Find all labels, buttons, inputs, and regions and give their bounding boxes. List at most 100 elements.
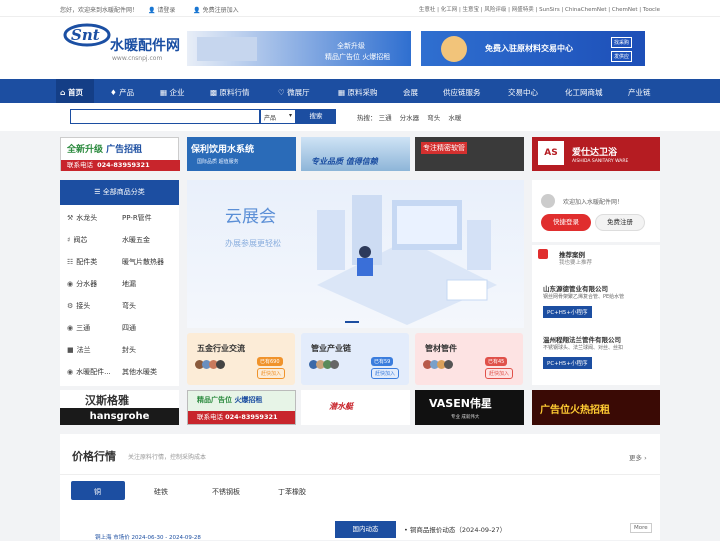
tab-ferrosilicon[interactable]: 硅铁 bbox=[154, 487, 168, 497]
price-title: 价格行情 bbox=[72, 450, 116, 463]
carousel-dot-active[interactable] bbox=[345, 321, 359, 323]
chevron-down-icon: ▾ bbox=[288, 112, 292, 119]
category-item[interactable]: ◉ 三通 bbox=[67, 323, 90, 333]
nav-item-home[interactable]: ⌂ 首页 bbox=[60, 87, 83, 98]
domestic-news-tab[interactable]: 国内动态 bbox=[335, 521, 396, 538]
category-item[interactable]: 水暖五金 bbox=[122, 235, 150, 245]
hot-search-item[interactable]: 弯头 bbox=[427, 114, 440, 122]
tab-copper[interactable]: 铜 bbox=[94, 487, 101, 497]
category-item[interactable]: 暖气片散热器 bbox=[122, 257, 164, 267]
category-icon: ⚒ bbox=[67, 214, 74, 222]
nav-item-companies[interactable]: ▦ 企业 bbox=[160, 87, 184, 98]
nav-item-showroom[interactable]: ♡ 微展厅 bbox=[278, 87, 310, 98]
more-link[interactable]: 更多 › bbox=[629, 452, 647, 462]
category-item[interactable]: 四通 bbox=[122, 323, 136, 333]
tab-sbr-rubber[interactable]: 丁苯橡胶 bbox=[278, 487, 306, 497]
category-item[interactable]: 其他水暖类 bbox=[122, 367, 157, 377]
ad-rent-2[interactable]: 精品广告位 火爆招租 联系电话 024-83959321 bbox=[187, 390, 296, 425]
carousel-subtitle: 办展参展更轻松 bbox=[225, 239, 281, 248]
ad-aishida[interactable]: AS 爱仕达卫浴 AISHIDA SANITARY WARE bbox=[532, 137, 660, 171]
free-register-button[interactable]: 免费注册 bbox=[595, 214, 645, 231]
recommend-company-name[interactable]: 山东源德管业有限公司 bbox=[543, 283, 608, 293]
banner-ad-1-text2: 精品广告位 火爆招租 bbox=[325, 53, 391, 61]
banner-ad-2-figure bbox=[441, 36, 467, 62]
site-name[interactable]: 水暖配件网 bbox=[110, 35, 180, 55]
user-welcome: 欢迎加入水暖配件网！ bbox=[563, 199, 624, 206]
nav-item-products[interactable]: ♦ 产品 bbox=[110, 87, 134, 98]
group-card-join-button[interactable]: 赶快加入 bbox=[485, 368, 514, 379]
logo-icon[interactable]: Snt bbox=[62, 17, 111, 47]
hot-search-label: 热搜： bbox=[357, 114, 377, 122]
category-item[interactable]: ◉ 分水器 bbox=[67, 279, 97, 289]
divider bbox=[60, 474, 660, 475]
category-item[interactable]: ⚒ 水龙头 bbox=[67, 213, 97, 223]
recommend-icon bbox=[538, 249, 548, 259]
avatar bbox=[541, 194, 555, 208]
quick-login-button[interactable]: 快捷登录 bbox=[541, 214, 591, 231]
avatars bbox=[309, 360, 347, 370]
search-type-select[interactable]: 产品 ▾ bbox=[260, 109, 296, 124]
nav-item-industry-chain[interactable]: 产业链 bbox=[628, 87, 651, 98]
ad-baoli[interactable]: 保利饮用水系统 国际品质 超值服务 bbox=[187, 137, 296, 171]
carousel-illustration bbox=[317, 195, 497, 325]
category-item[interactable]: ⚙ 接头 bbox=[67, 301, 90, 311]
nav-item-trade-center[interactable]: 交易中心 bbox=[508, 87, 538, 98]
category-item[interactable]: ■ 法兰 bbox=[67, 345, 91, 355]
group-card-join-button[interactable]: 赶快加入 bbox=[257, 368, 286, 379]
category-item[interactable]: 弯头 bbox=[122, 301, 136, 311]
recommend-company-tag[interactable]: PC+H5+小程序 bbox=[543, 306, 592, 318]
search-input[interactable] bbox=[70, 109, 260, 124]
ad-rent-1[interactable]: 全新升级 广告招租 联系电话 024-83959321 bbox=[60, 137, 180, 171]
recommend-company-name[interactable]: 温州程翔法兰管件有限公司 bbox=[543, 334, 621, 344]
group-card-title: 管业产业链 bbox=[311, 344, 351, 353]
banner-ad-2[interactable]: 免费入驻原材料交易中心 找采购 发供应 bbox=[421, 31, 645, 66]
avatars bbox=[195, 360, 233, 370]
group-card-hardware[interactable]: 五金行业交流 已有690 赶快加入 bbox=[187, 333, 295, 385]
banner-ad-2-text: 免费入驻原材料交易中心 bbox=[485, 44, 573, 53]
category-item[interactable]: ☷ 配件类 bbox=[67, 257, 97, 267]
hot-search-item[interactable]: 水暖 bbox=[448, 114, 461, 122]
category-header: ☰ 全部商品分类 bbox=[60, 180, 179, 205]
hot-search-item[interactable]: 分水器 bbox=[400, 114, 420, 122]
nav-item-supply-chain[interactable]: 供应链服务 bbox=[443, 87, 481, 98]
category-item[interactable]: PP-R管件 bbox=[122, 213, 152, 223]
group-card-title: 管材管件 bbox=[425, 344, 457, 353]
svg-text:Snt: Snt bbox=[71, 26, 100, 44]
register-link[interactable]: 👤 免费注册加入 bbox=[193, 7, 246, 14]
nav-item-procurement[interactable]: ▦ 原料采购 bbox=[338, 87, 377, 98]
ad-hose[interactable]: 专注精密软管 bbox=[415, 137, 524, 171]
topbar-links[interactable]: 生意社 | 化工网 | 生意宝 | 风险评级 | 网盛特卖 | SunSirs … bbox=[419, 5, 660, 13]
recommend-company-tag[interactable]: PC+H5+小程序 bbox=[543, 357, 592, 369]
ad-rent-1-t1: 全新升级 bbox=[67, 145, 104, 155]
topbar-left: 您好，欢迎来到水暖配件网！ 👤 请登录 👤 免费注册加入 bbox=[60, 5, 255, 14]
group-card-join-button[interactable]: 赶快加入 bbox=[371, 368, 400, 379]
login-link[interactable]: 👤 请登录 bbox=[148, 7, 183, 14]
welcome-text: 您好，欢迎来到水暖配件网！ bbox=[60, 7, 139, 14]
top-bar: 您好，欢迎来到水暖配件网！ 👤 请登录 👤 免费注册加入 生意社 | 化工网 |… bbox=[0, 0, 720, 17]
nav-item-exhibition[interactable]: 会展 bbox=[403, 87, 418, 98]
search-button[interactable]: 搜索 bbox=[296, 109, 336, 124]
category-icon: ◉ bbox=[67, 368, 74, 376]
news-item[interactable]: • 铜商品报价动态（2024-09-27） bbox=[404, 524, 506, 534]
ad-hot-rent[interactable]: 广告位火热招租 bbox=[532, 390, 660, 425]
category-item[interactable]: ♯ 阀芯 bbox=[67, 235, 87, 245]
ad-vasen[interactable]: VASEN伟星 专业 成就伟大 bbox=[415, 390, 524, 425]
nav-item-material-prices[interactable]: ▩ 原料行情 bbox=[210, 87, 249, 98]
category-item[interactable]: 地漏 bbox=[122, 279, 136, 289]
ad-hansgrohe[interactable]: 汉斯格雅 hansgrohe bbox=[60, 390, 179, 425]
ad-quality[interactable]: 专业品质 值得信赖 bbox=[301, 137, 410, 171]
news-more-button[interactable]: More bbox=[630, 523, 652, 533]
hero-carousel[interactable]: 云展会 办展参展更轻松 bbox=[187, 180, 524, 328]
tab-stainless-sheet[interactable]: 不锈钢板 bbox=[212, 487, 240, 497]
banner-ad-1[interactable]: 全新升级 精品广告位 火爆招租 bbox=[187, 31, 411, 66]
category-item[interactable]: 封头 bbox=[122, 345, 136, 355]
category-icon: ♯ bbox=[67, 236, 71, 244]
ad-submarine[interactable]: 潜水艇 bbox=[301, 390, 410, 425]
category-item[interactable]: ◉ 水暖配件... bbox=[67, 367, 111, 377]
hot-search-item[interactable]: 三通 bbox=[379, 114, 392, 122]
group-card-title: 五金行业交流 bbox=[197, 344, 245, 353]
nav-item-mall[interactable]: 化工网商城 bbox=[565, 87, 603, 98]
group-card-pipes[interactable]: 管材管件 已有45 赶快加入 bbox=[415, 333, 523, 385]
recommend-subtitle[interactable]: 我也要上推荐 bbox=[559, 258, 592, 266]
group-card-pipe-chain[interactable]: 管业产业链 已有59 赶快加入 bbox=[301, 333, 409, 385]
